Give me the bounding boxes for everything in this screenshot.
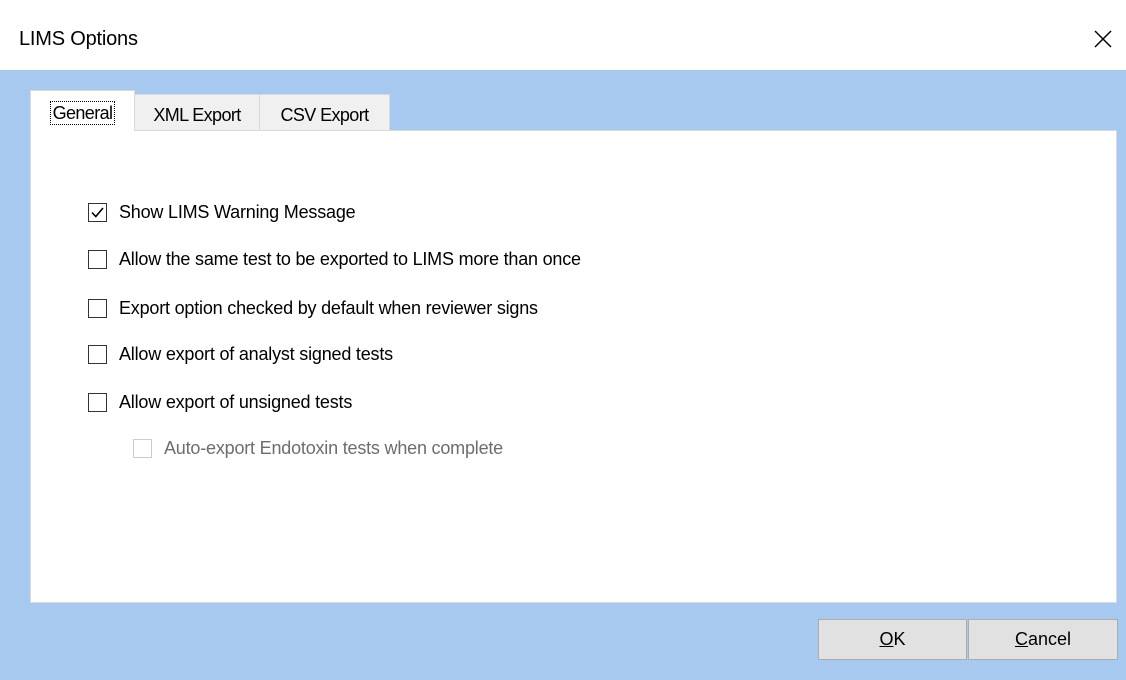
close-button[interactable]: [1080, 16, 1126, 62]
checkbox[interactable]: [88, 298, 107, 318]
window-title: LIMS Options: [19, 28, 138, 50]
option-auto-export-endotoxin: Auto-export Endotoxin tests when complet…: [133, 436, 503, 460]
checkbox: [133, 438, 152, 458]
option-allow-analyst-signed[interactable]: Allow export of analyst signed tests: [88, 342, 393, 366]
option-show-lims-warning[interactable]: Show LIMS Warning Message: [88, 200, 356, 224]
option-label: Allow the same test to be exported to LI…: [119, 248, 581, 269]
title-bar: LIMS Options: [0, 0, 1126, 70]
ok-accelerator: O: [879, 629, 894, 649]
checkbox[interactable]: [88, 344, 107, 364]
option-label: Export option checked by default when re…: [119, 297, 538, 318]
lims-options-dialog: LIMS Options General XML Export CSV Expo…: [0, 0, 1126, 680]
option-label: Show LIMS Warning Message: [119, 201, 356, 222]
tab-xml-export[interactable]: XML Export: [134, 94, 260, 130]
tab-label: CSV Export: [280, 104, 369, 125]
tab-general[interactable]: General: [30, 90, 135, 131]
tab-label: XML Export: [153, 104, 241, 125]
cancel-button[interactable]: Cancel: [968, 619, 1118, 660]
ok-button[interactable]: OK: [818, 619, 967, 660]
ok-label-rest: K: [893, 629, 906, 649]
option-label: Allow export of unsigned tests: [119, 391, 353, 412]
checkbox[interactable]: [88, 249, 107, 269]
option-allow-same-test-export[interactable]: Allow the same test to be exported to LI…: [88, 247, 581, 271]
tab-label: General: [49, 101, 116, 125]
cancel-label-rest: ancel: [1027, 629, 1072, 649]
option-label: Auto-export Endotoxin tests when complet…: [164, 437, 503, 458]
close-icon: [1094, 30, 1112, 48]
checkbox[interactable]: [88, 392, 107, 412]
cancel-accelerator: C: [1014, 629, 1028, 649]
checkmark-icon: [91, 206, 104, 218]
tab-csv-export[interactable]: CSV Export: [259, 94, 390, 130]
option-allow-unsigned[interactable]: Allow export of unsigned tests: [88, 390, 352, 414]
option-export-checked-default[interactable]: Export option checked by default when re…: [88, 296, 538, 320]
checkbox[interactable]: [88, 202, 107, 222]
option-label: Allow export of analyst signed tests: [119, 343, 393, 364]
